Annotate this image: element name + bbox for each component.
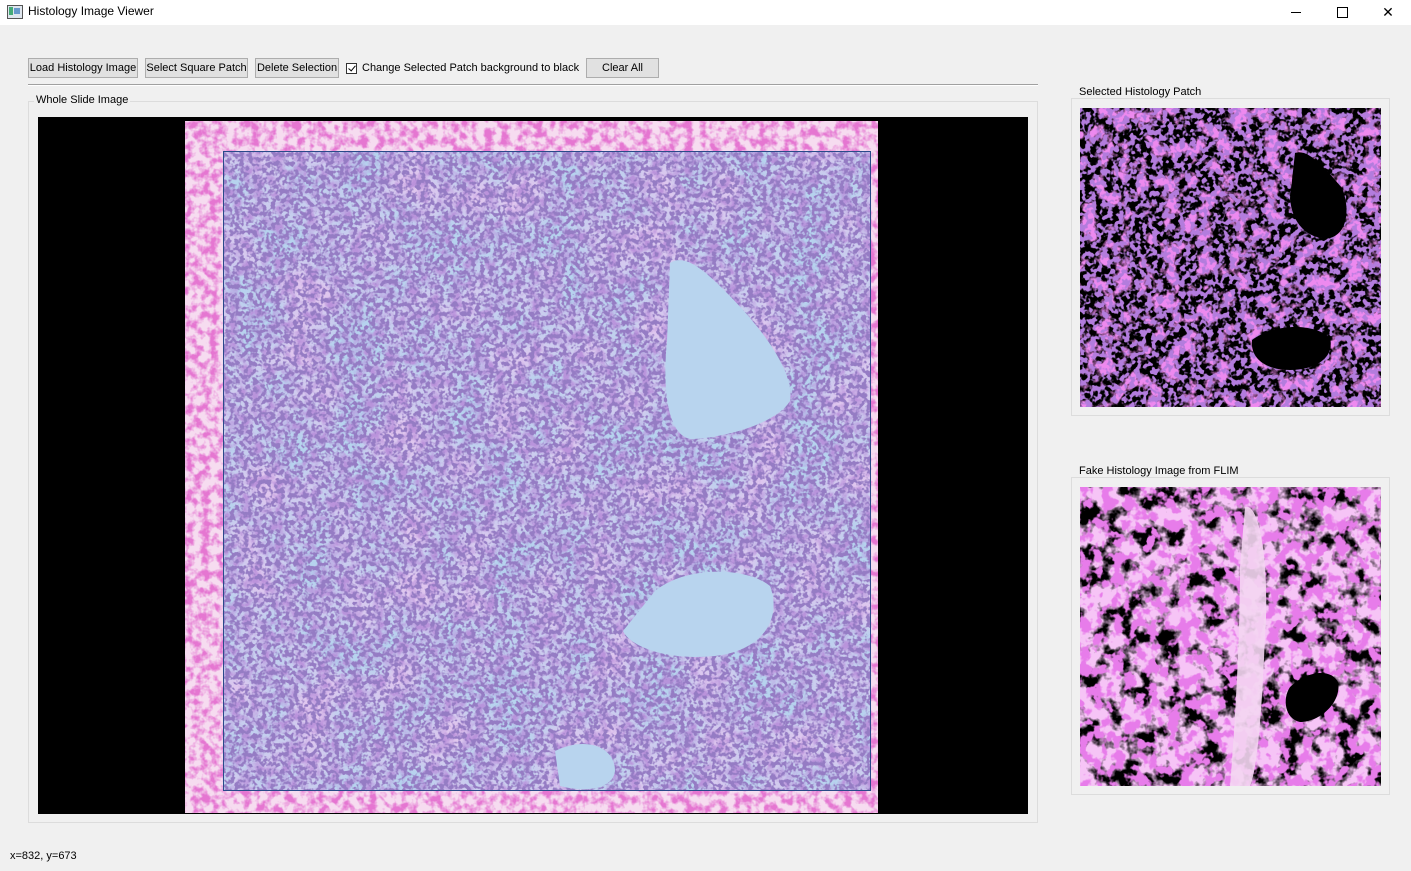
fake-histology-title: Fake Histology Image from FLIM [1077,465,1241,477]
minimize-button[interactable] [1273,0,1319,25]
cursor-coordinates: x=832, y=673 [10,850,77,862]
toolbar-divider [28,84,1038,86]
select-square-patch-button[interactable]: Select Square Patch [145,58,248,78]
clear-all-button[interactable]: Clear All [586,58,659,78]
app-icon [7,5,23,19]
selected-patch-title: Selected Histology Patch [1077,86,1204,98]
checkbox-box[interactable] [346,62,357,74]
black-background-checkbox[interactable]: Change Selected Patch background to blac… [346,61,579,75]
selection-rectangle[interactable] [223,151,871,791]
whole-slide-title: Whole Slide Image [34,94,131,106]
maximize-icon [1336,7,1348,18]
selected-patch-image [1080,108,1381,407]
checkbox-label: Change Selected Patch background to blac… [362,62,580,74]
fake-histology-view [1080,487,1381,786]
delete-selection-button[interactable]: Delete Selection [255,58,339,78]
minimize-icon [1291,12,1301,13]
maximize-button[interactable] [1319,0,1365,25]
fake-histology-image [1080,487,1381,786]
close-icon: ✕ [1382,4,1394,20]
close-button[interactable]: ✕ [1365,0,1411,25]
load-image-button[interactable]: Load Histology Image [28,58,138,78]
window-title: Histology Image Viewer [28,4,154,18]
title-bar: Histology Image Viewer ✕ [0,0,1411,25]
whole-slide-view[interactable] [38,117,1028,814]
selected-patch-view [1080,108,1381,407]
